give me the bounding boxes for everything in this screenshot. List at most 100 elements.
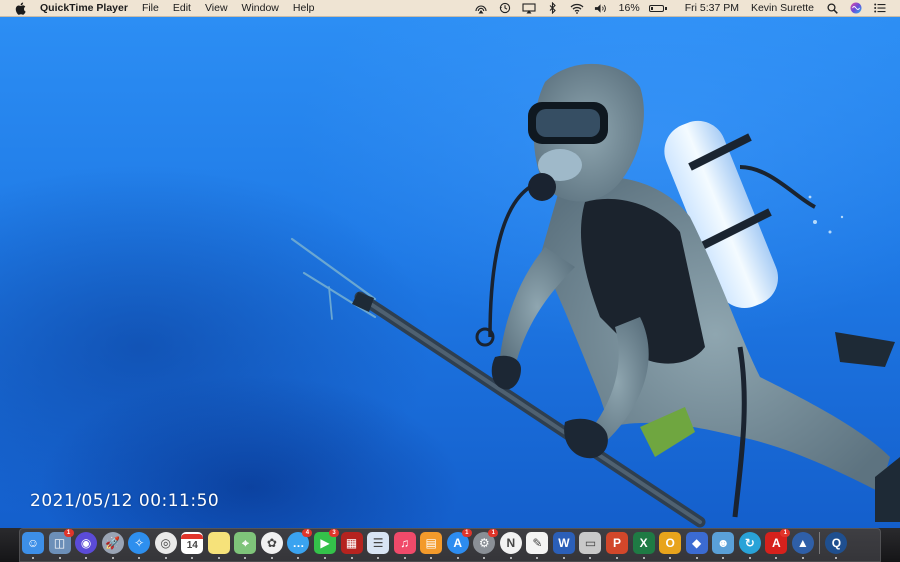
music-icon[interactable]: ♫ [393, 532, 416, 559]
display-icon[interactable] [522, 2, 536, 14]
user-name[interactable]: Kevin Surette [751, 2, 814, 14]
finder-icon[interactable]: ☺ [22, 532, 44, 559]
maps-icon[interactable]: ⌖ [234, 532, 257, 559]
system-preferences-icon[interactable]: ⚙ 1 [473, 529, 499, 559]
textedit-icon[interactable]: ✎ [526, 532, 549, 559]
news-icon[interactable]: ☰ [367, 532, 390, 559]
quicktime-glyph: ▭ [584, 536, 597, 550]
vpn-glyph: ▲ [796, 536, 809, 550]
notification-badge: 4 [302, 529, 313, 537]
facetime-icon[interactable]: ▶ 3 [314, 529, 340, 559]
quicktime-icon[interactable]: ▭ [579, 532, 602, 559]
photos-glyph: ✿ [266, 536, 277, 550]
window-menu[interactable]: Window [235, 0, 286, 17]
notification-badge: 1 [488, 529, 499, 537]
word-icon[interactable]: W [552, 532, 575, 559]
apple-menu-icon[interactable] [13, 1, 27, 15]
running-indicator [324, 557, 327, 559]
anydesk-glyph: ◆ [692, 536, 702, 550]
quicktime-player-icon[interactable]: Q [825, 532, 848, 559]
messages-icon[interactable]: … 4 [287, 529, 313, 559]
news-app-icon[interactable]: N [499, 532, 522, 559]
dock-separator [819, 532, 821, 554]
dock-icons: ☺ ◫ 1 ◉ 🚀 ✧ ◎ 14 ⌖ ✿… 4 ▶ 3 ▦ ☰ ♫ ▤ A 1 ⚙ 1 N ✎ W ▭ P X O ◆ ☻ ↻ A 1 ▲ Q [22, 529, 852, 559]
spotlight-icon[interactable] [825, 2, 839, 14]
launchpad-icon[interactable]: 🚀 [101, 532, 124, 559]
diver-scene-image [290, 63, 900, 528]
siri-icon[interactable]: ◉ [75, 532, 98, 559]
running-indicator [270, 557, 273, 559]
books-icon[interactable]: ▤ [420, 532, 443, 559]
notification-center-icon[interactable] [873, 2, 887, 14]
bluetooth-icon[interactable] [546, 2, 560, 14]
teams-glyph: ☻ [716, 536, 730, 550]
battery-icon[interactable] [648, 2, 668, 14]
battery-percentage: 16% [618, 2, 640, 14]
powerpoint-glyph: P [613, 536, 622, 550]
running-indicator [350, 557, 353, 559]
powerpoint-icon[interactable]: P [606, 532, 629, 559]
calendar-day-number: 14 [186, 539, 198, 551]
excel-icon[interactable]: X [632, 532, 655, 559]
pcloud-icon[interactable]: ↻ [738, 532, 761, 559]
notes-icon[interactable] [207, 532, 230, 559]
edit-menu[interactable]: Edit [166, 0, 198, 17]
photos-icon[interactable]: ✿ [260, 532, 283, 559]
video-frame[interactable]: 2021/05/12 00:11:50 [0, 17, 900, 528]
calendar-icon[interactable]: 14 [181, 532, 204, 559]
running-indicator [562, 557, 565, 559]
notification-badge: 1 [780, 529, 791, 537]
chrome-glyph: ◎ [160, 536, 171, 550]
finder-glyph: ☺ [26, 536, 40, 550]
running-indicator [217, 557, 220, 559]
running-indicator [32, 557, 34, 559]
teams-icon[interactable]: ☻ [712, 532, 735, 559]
excel-glyph: X [639, 536, 648, 550]
running-indicator [403, 557, 406, 559]
app-store-glyph: A [453, 536, 463, 550]
photo-booth-glyph: ▦ [345, 536, 358, 550]
quicktime-player-glyph: Q [831, 536, 842, 550]
notification-badge: 3 [329, 529, 340, 537]
safari-icon[interactable]: ✧ [128, 532, 151, 559]
running-indicator [642, 557, 645, 559]
app-store-icon[interactable]: A1 [446, 529, 472, 559]
pcloud-glyph: ↻ [744, 536, 755, 550]
photo-booth-icon[interactable]: ▦ [340, 532, 363, 559]
volume-icon[interactable] [594, 2, 608, 14]
siri-icon[interactable] [849, 2, 863, 14]
view-menu[interactable]: View [198, 0, 235, 17]
running-indicator [801, 557, 804, 559]
plex-glyph: O [665, 536, 675, 550]
facetime-glyph: ▶ [320, 536, 330, 550]
launchpad-glyph: 🚀 [105, 536, 121, 550]
acrobat-glyph: A [771, 536, 781, 550]
safari-glyph: ✧ [134, 536, 145, 550]
acrobat-icon[interactable]: A1 [765, 529, 791, 559]
menu-bar: QuickTime Player File Edit View Window H… [0, 0, 900, 17]
app-menu[interactable]: QuickTime Player [37, 0, 135, 17]
anydesk-icon[interactable]: ◆ [685, 532, 708, 559]
preview-glyph: ◫ [53, 536, 66, 550]
chrome-icon[interactable]: ◎ [154, 532, 177, 559]
running-indicator [695, 557, 698, 559]
running-indicator [509, 557, 512, 559]
running-indicator [748, 557, 751, 559]
music-glyph: ♫ [400, 536, 410, 550]
running-indicator [616, 557, 619, 559]
maps-glyph: ⌖ [241, 535, 249, 550]
news-glyph: ☰ [372, 536, 384, 550]
notification-badge: 1 [63, 529, 74, 537]
wifi-icon[interactable] [570, 2, 584, 14]
menu-clock[interactable]: Fri 5:37 PM [685, 2, 739, 14]
news-app-glyph: N [506, 536, 516, 550]
notification-badge: 1 [461, 529, 472, 537]
file-menu[interactable]: File [135, 0, 166, 17]
video-timestamp: 2021/05/12 00:11:50 [30, 491, 220, 511]
airplay-icon[interactable] [474, 2, 488, 14]
time-machine-icon[interactable] [498, 2, 512, 14]
vpn-icon[interactable]: ▲ [791, 532, 814, 559]
plex-icon[interactable]: O [659, 532, 682, 559]
preview-icon[interactable]: ◫ 1 [48, 529, 74, 559]
help-menu[interactable]: Help [286, 0, 322, 17]
